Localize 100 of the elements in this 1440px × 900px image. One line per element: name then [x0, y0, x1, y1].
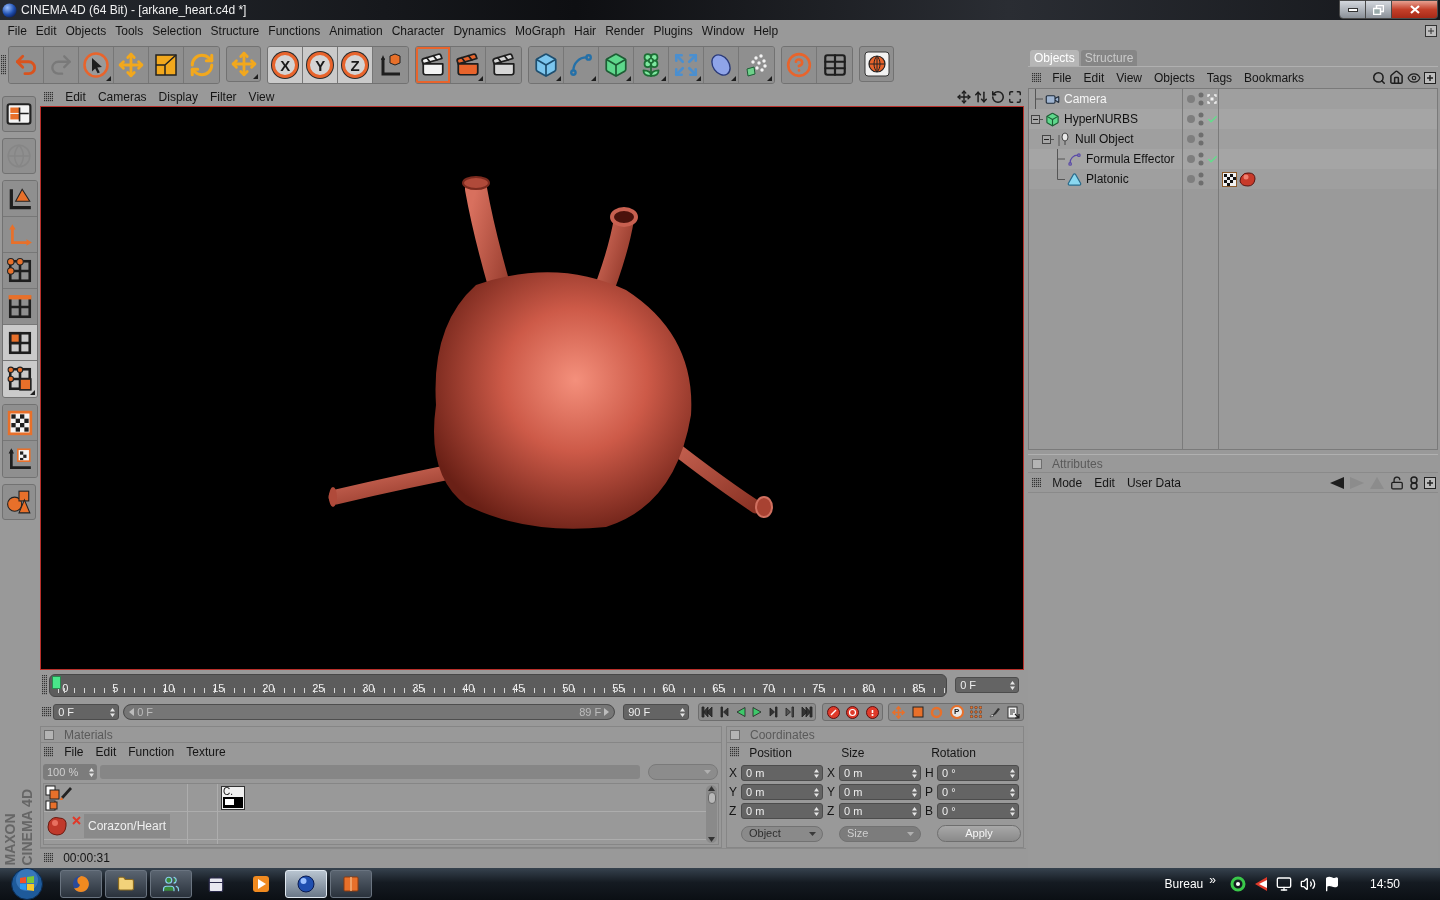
record-icon[interactable]: [826, 705, 840, 719]
check-icon[interactable]: [1207, 153, 1218, 165]
visibility-dots-icon[interactable]: [1198, 152, 1204, 166]
object-axis-button[interactable]: [3, 181, 37, 217]
flag-icon[interactable]: [1323, 876, 1340, 892]
menu-item[interactable]: Render: [600, 20, 649, 42]
dot-grid-icon[interactable]: [970, 706, 983, 718]
menu-item[interactable]: Edit: [1088, 472, 1121, 493]
brush-icon[interactable]: [988, 706, 1001, 718]
network-icon[interactable]: [1275, 876, 1292, 892]
visibility-dots-icon[interactable]: [1198, 132, 1204, 146]
object-row[interactable]: Platonic: [1029, 169, 1437, 189]
parameter-key-button[interactable]: P: [949, 705, 964, 719]
menu-item[interactable]: Texture: [180, 743, 232, 761]
axis-lock-button[interactable]: Y: [303, 47, 339, 83]
menu-item[interactable]: View: [1110, 66, 1148, 89]
material-preview[interactable]: C.: [221, 785, 245, 810]
model-button[interactable]: [3, 361, 37, 397]
scroll-thumb[interactable]: [707, 792, 716, 804]
texture-button[interactable]: [3, 405, 37, 441]
menu-item[interactable]: Structure: [206, 20, 264, 42]
playhead[interactable]: [52, 675, 62, 689]
cross-arrows-icon[interactable]: [957, 90, 971, 104]
object-row[interactable]: Null Object: [1029, 129, 1437, 149]
more-chevron[interactable]: »: [1209, 874, 1216, 886]
object-row[interactable]: HyperNURBS: [1029, 109, 1437, 129]
visibility-dots-icon[interactable]: [1198, 172, 1204, 186]
menu-item[interactable]: Window: [697, 20, 750, 42]
taskbar-app-button[interactable]: [330, 870, 372, 898]
rotate-icon[interactable]: [991, 90, 1005, 104]
menu-item[interactable]: Help: [749, 20, 783, 42]
volume-icon[interactable]: [1299, 876, 1316, 892]
menu-item[interactable]: Animation: [324, 20, 388, 42]
autokey-icon[interactable]: [846, 705, 860, 719]
render-view-button[interactable]: [416, 47, 452, 83]
number-field[interactable]: 0 m: [839, 803, 921, 819]
back-arrow-icon[interactable]: [1330, 476, 1344, 489]
vertical-arrows-icon[interactable]: [974, 90, 988, 104]
play-icon[interactable]: [751, 706, 764, 718]
skip-to-start-icon[interactable]: [701, 706, 714, 718]
object-row[interactable]: Formula Effector: [1029, 149, 1437, 169]
new-panel-icon[interactable]: [1424, 71, 1436, 84]
layer-dot-icon[interactable]: [1187, 135, 1195, 143]
previous-key-icon[interactable]: [718, 706, 731, 718]
number-field[interactable]: 0 °: [937, 784, 1019, 800]
menu-item[interactable]: Hair: [569, 20, 601, 42]
frame-field[interactable]: 0 F: [53, 704, 120, 720]
step-back-icon[interactable]: [734, 706, 747, 718]
menu-item[interactable]: Selection: [147, 20, 207, 42]
menu-item[interactable]: File: [58, 743, 90, 761]
menu-item[interactable]: Character: [387, 20, 449, 42]
chain-link-icon[interactable]: [1410, 475, 1418, 490]
visibility-dots-icon[interactable]: [1198, 92, 1204, 106]
number-field[interactable]: 0 °: [937, 765, 1019, 781]
taskbar-app-button[interactable]: [150, 870, 192, 898]
next-key-icon[interactable]: [784, 706, 797, 718]
web-button[interactable]: [859, 46, 895, 82]
menu-item[interactable]: Objects: [61, 20, 111, 42]
menu-item[interactable]: Functions: [263, 20, 325, 42]
scroll-down-icon[interactable]: [708, 837, 715, 842]
layer-dot-icon[interactable]: [1187, 175, 1195, 183]
square-icon[interactable]: [911, 706, 924, 718]
menu-item[interactable]: Tags: [1200, 66, 1239, 89]
menu-item[interactable]: Dynamics: [448, 20, 511, 42]
axis-lock-button[interactable]: X: [268, 47, 304, 83]
layer-dot-icon[interactable]: [1187, 155, 1195, 163]
number-field[interactable]: 0 m: [741, 803, 823, 819]
menu-item[interactable]: Edit: [59, 88, 92, 106]
menu-item[interactable]: Function: [122, 743, 181, 761]
menu-item[interactable]: Edit: [89, 743, 123, 761]
dropdown[interactable]: Object: [741, 825, 823, 842]
maximize-button[interactable]: [1366, 0, 1392, 19]
close-button[interactable]: [1392, 0, 1438, 19]
check-icon[interactable]: [1207, 113, 1218, 125]
menu-item[interactable]: Objects: [1148, 66, 1201, 89]
menu-item[interactable]: File: [3, 20, 32, 42]
maximize-icon[interactable]: [1008, 90, 1022, 104]
eye-icon[interactable]: [1407, 70, 1421, 85]
menu-item[interactable]: MoGraph: [510, 20, 570, 42]
keyframe-selection-icon[interactable]: [865, 705, 879, 719]
number-field[interactable]: 0 °: [937, 803, 1019, 819]
cube-button[interactable]: [529, 47, 565, 83]
clock-time[interactable]: 14:50: [1369, 878, 1400, 890]
ring-icon[interactable]: [1229, 876, 1246, 892]
step-forward-icon[interactable]: [767, 706, 780, 718]
number-field[interactable]: 0 m: [839, 784, 921, 800]
minimize-button[interactable]: [1339, 0, 1366, 19]
lock-icon[interactable]: [1390, 475, 1404, 490]
taskbar-app-button[interactable]: [105, 870, 147, 898]
menu-item[interactable]: Plugins: [649, 20, 698, 42]
menu-item[interactable]: View: [242, 88, 281, 106]
collapse-box-icon[interactable]: [1031, 114, 1043, 124]
menu-item[interactable]: Display: [152, 88, 204, 106]
menu-item[interactable]: Filter: [203, 88, 243, 106]
new-panel-icon[interactable]: [1424, 476, 1436, 489]
collapse-box-icon[interactable]: [1042, 134, 1054, 144]
checker-tag-icon[interactable]: [1222, 171, 1237, 187]
search-icon[interactable]: [1372, 70, 1386, 85]
layout-button[interactable]: [2, 96, 36, 132]
primitives-button[interactable]: [2, 484, 36, 520]
